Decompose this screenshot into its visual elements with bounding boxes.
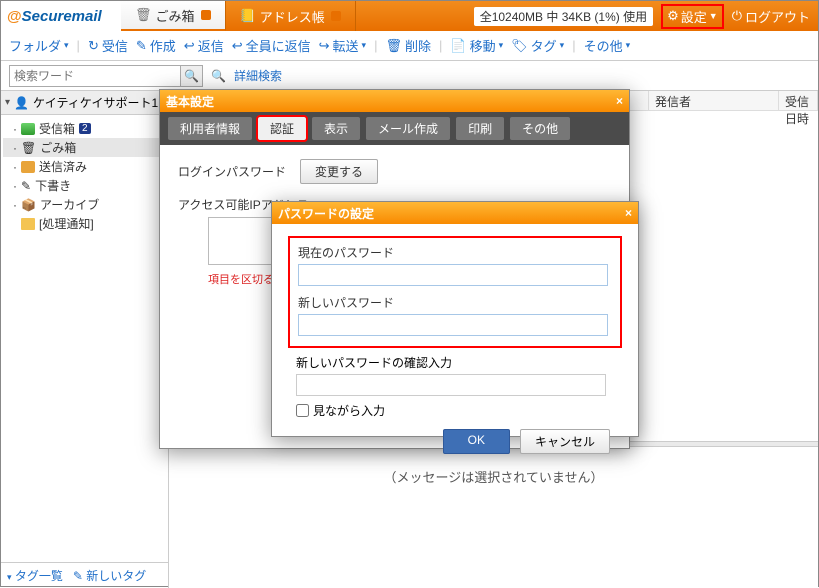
trash-icon: 🗑 xyxy=(21,141,36,155)
search-box[interactable]: 🔍 xyxy=(9,65,203,87)
brand-logo: @Securemail xyxy=(1,1,121,31)
show-password-label: 見ながら入力 xyxy=(313,402,385,419)
reply-button[interactable]: ↩返信 xyxy=(184,36,224,55)
tab-indicator-icon xyxy=(201,10,211,20)
folder-menu[interactable]: フォルダ▾ xyxy=(9,36,69,55)
receive-button[interactable]: ↻受信 xyxy=(88,36,128,55)
search-input[interactable] xyxy=(10,69,180,83)
archive-icon: 📦 xyxy=(21,198,36,212)
advanced-search-link[interactable]: 詳細検索 xyxy=(234,67,282,84)
power-icon: ⏻ xyxy=(732,8,742,24)
compose-icon: ✎ xyxy=(136,38,147,54)
dialog-title: 基本設定 xyxy=(166,93,214,110)
sent-icon xyxy=(21,161,35,173)
current-password-label: 現在のパスワード xyxy=(298,244,612,261)
folder-icon xyxy=(21,218,35,230)
pencil-icon: ✎ xyxy=(73,569,83,583)
tag-list-link[interactable]: ▾ タグ一覧 xyxy=(7,567,63,584)
chevron-down-icon: ▾ xyxy=(5,97,10,108)
col-sender[interactable]: 発信者 xyxy=(649,91,779,110)
tab-addressbook[interactable]: 📒 アドレス帳 xyxy=(226,1,356,31)
trash-icon: 🗑 xyxy=(385,38,402,54)
draft-icon: ✎ xyxy=(21,179,31,193)
current-password-input[interactable] xyxy=(298,264,608,286)
unread-badge: 2 xyxy=(79,123,91,134)
search-icon[interactable]: 🔍 xyxy=(180,66,202,86)
refresh-icon: ↻ xyxy=(88,38,99,54)
cancel-button[interactable]: キャンセル xyxy=(520,429,610,454)
delete-button[interactable]: 🗑削除 xyxy=(385,36,431,55)
settings-button[interactable]: ⚙ 設定 ▼ xyxy=(661,4,724,29)
logout-button[interactable]: ⏻ ログアウト xyxy=(732,7,810,26)
quota-display: 全10240MB 中 34KB (1%) 使用 xyxy=(474,7,653,26)
compose-button[interactable]: ✎作成 xyxy=(136,36,176,55)
chevron-down-icon: ▼ xyxy=(709,11,718,21)
tab-view[interactable]: 表示 xyxy=(312,117,360,140)
new-password-input[interactable] xyxy=(298,314,608,336)
other-menu[interactable]: その他▾ xyxy=(584,36,631,55)
confirm-password-input[interactable] xyxy=(296,374,606,396)
dialog-title: パスワードの設定 xyxy=(278,205,374,222)
folder-archive[interactable]: ·📦 アーカイブ xyxy=(3,195,166,214)
tag-icon: 🏷 xyxy=(511,38,528,54)
trash-icon: 🗑 xyxy=(135,7,152,23)
password-dialog: パスワードの設定 × 現在のパスワード 新しいパスワード 新しいパスワードの確認… xyxy=(271,201,639,437)
inbox-icon xyxy=(21,123,35,135)
close-icon[interactable]: × xyxy=(616,94,623,108)
account-header[interactable]: ▾ 👤 ケイティケイサポート1 xyxy=(1,91,168,115)
replyall-icon: ↩ xyxy=(232,38,243,54)
folder-processing[interactable]: · [処理通知] xyxy=(3,214,166,233)
login-password-label: ログインパスワード xyxy=(178,163,286,180)
addressbook-icon: 📒 xyxy=(240,8,256,24)
tab-trash-label: ごみ箱 xyxy=(156,6,195,25)
magnify-icon: 🔍 xyxy=(211,69,226,83)
person-icon: 👤 xyxy=(14,96,29,110)
tab-trash[interactable]: 🗑 ごみ箱 xyxy=(121,1,226,31)
forward-icon: ↪ xyxy=(319,38,330,54)
folder-draft[interactable]: ·✎ 下書き xyxy=(3,176,166,195)
folder-trash[interactable]: ·🗑 ごみ箱 xyxy=(3,138,166,157)
folder-sent[interactable]: · 送信済み xyxy=(3,157,166,176)
chevron-down-icon: ▾ xyxy=(64,40,69,51)
change-password-button[interactable]: 変更する xyxy=(300,159,378,184)
tab-other[interactable]: その他 xyxy=(510,117,570,140)
tab-userinfo[interactable]: 利用者情報 xyxy=(168,117,252,140)
confirm-password-label: 新しいパスワードの確認入力 xyxy=(296,354,614,371)
reply-icon: ↩ xyxy=(184,38,195,54)
new-password-label: 新しいパスワード xyxy=(298,294,612,311)
close-icon[interactable]: × xyxy=(625,206,632,220)
tab-compose[interactable]: メール作成 xyxy=(366,117,450,140)
show-password-checkbox[interactable] xyxy=(296,404,309,417)
tab-address-label: アドレス帳 xyxy=(260,7,325,26)
replyall-button[interactable]: ↩全員に返信 xyxy=(232,36,311,55)
new-tag-link[interactable]: ✎ 新しいタグ xyxy=(73,567,146,584)
tab-auth[interactable]: 認証 xyxy=(258,117,306,140)
folder-inbox[interactable]: · 受信箱 2 xyxy=(3,119,166,138)
forward-button[interactable]: ↪転送▾ xyxy=(319,36,366,55)
tab-indicator-icon xyxy=(331,11,341,21)
tag-button[interactable]: 🏷タグ▾ xyxy=(511,36,564,55)
col-date[interactable]: 受信日時 xyxy=(779,91,818,110)
move-icon: 📄 xyxy=(450,38,466,54)
tab-print[interactable]: 印刷 xyxy=(456,117,504,140)
move-button[interactable]: 📄移動▾ xyxy=(450,36,503,55)
ok-button[interactable]: OK xyxy=(443,429,510,454)
gear-icon: ⚙ xyxy=(667,8,679,24)
